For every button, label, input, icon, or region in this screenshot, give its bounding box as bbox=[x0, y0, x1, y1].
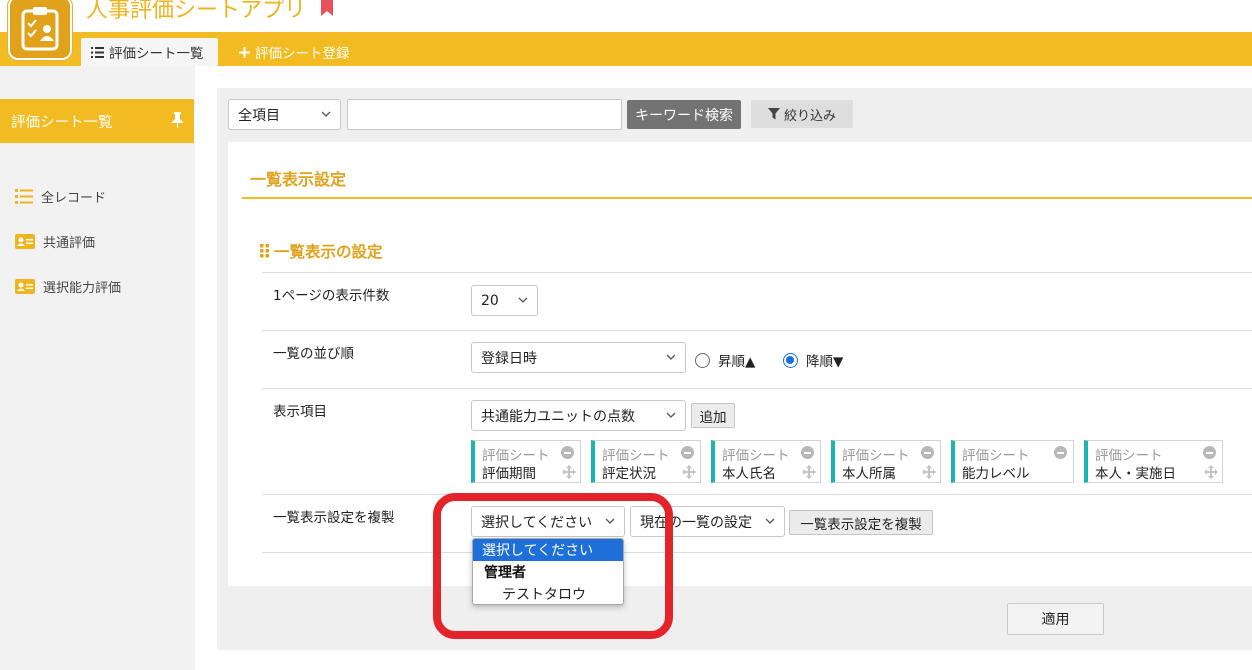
move-icon[interactable] bbox=[562, 465, 576, 479]
id-card-icon bbox=[15, 279, 35, 294]
id-card-icon bbox=[15, 234, 35, 249]
select-value: 登録日時 bbox=[481, 350, 537, 367]
panel-title: 一覧表示設定 bbox=[250, 170, 347, 189]
sidebar-header-label: 評価シート一覧 bbox=[11, 114, 113, 131]
sort-label: 一覧の並び順 bbox=[273, 346, 354, 362]
row-divider bbox=[262, 552, 1252, 553]
radio-button[interactable] bbox=[695, 352, 710, 368]
pin-icon[interactable] bbox=[171, 112, 184, 128]
plus-icon bbox=[239, 46, 250, 58]
column-select[interactable]: 共通能力ユニットの点数 bbox=[471, 400, 686, 431]
sort-asc-radio[interactable]: 昇順▲ bbox=[695, 350, 755, 370]
columns-label: 表示項目 bbox=[273, 404, 327, 420]
row-divider bbox=[262, 272, 1252, 273]
chip-category: 評価シート bbox=[482, 448, 550, 464]
chevron-down-icon bbox=[321, 111, 331, 117]
move-icon[interactable] bbox=[682, 465, 696, 479]
chip-category: 評価シート bbox=[602, 448, 670, 464]
keyword-input[interactable] bbox=[347, 99, 622, 130]
select-value: 共通能力ユニットの点数 bbox=[481, 408, 635, 425]
column-chip[interactable]: 評価シート 評定状況 bbox=[591, 440, 701, 483]
chevron-down-icon bbox=[518, 297, 528, 303]
tab-bar: 評価シート一覧 評価シート登録 bbox=[0, 32, 1252, 66]
remove-icon[interactable] bbox=[1054, 446, 1067, 459]
select-value: 全項目 bbox=[238, 107, 280, 124]
chip-name: 本人・実施日 bbox=[1095, 466, 1176, 482]
section-title: 一覧表示の設定 bbox=[260, 240, 383, 262]
select-value: 20 bbox=[481, 292, 499, 309]
chip-category: 評価シート bbox=[722, 448, 790, 464]
chip-name: 本人所属 bbox=[842, 466, 896, 482]
sidebar-item-all-records[interactable]: 全レコード bbox=[15, 187, 106, 206]
copy-settings-button[interactable]: 一覧表示設定を複製 bbox=[789, 510, 933, 535]
per-page-select[interactable]: 20 bbox=[471, 285, 538, 316]
move-icon[interactable] bbox=[802, 465, 816, 479]
apply-button[interactable]: 適用 bbox=[1007, 603, 1104, 635]
tab-sheet-list[interactable]: 評価シート一覧 bbox=[81, 38, 218, 66]
filter-button[interactable]: 絞り込み bbox=[751, 100, 853, 128]
sidebar-item-selected-ability[interactable]: 選択能力評価 bbox=[15, 277, 121, 296]
add-column-button[interactable]: 追加 bbox=[691, 403, 735, 428]
keyword-search-button[interactable]: キーワード検索 bbox=[627, 100, 741, 129]
list-icon bbox=[91, 46, 104, 58]
remove-icon[interactable] bbox=[561, 446, 574, 459]
chip-category: 評価シート bbox=[842, 448, 910, 464]
per-page-label: 1ページの表示件数 bbox=[273, 288, 390, 304]
chip-name: 能力レベル bbox=[962, 466, 1030, 482]
remove-icon[interactable] bbox=[801, 446, 814, 459]
sidebar-item-common-eval[interactable]: 共通評価 bbox=[15, 232, 95, 251]
chip-name: 本人氏名 bbox=[722, 466, 776, 482]
sidebar-item-label: 共通評価 bbox=[43, 236, 96, 251]
sidebar-item-label: 選択能力評価 bbox=[43, 281, 122, 296]
column-chip[interactable]: 評価シート 能力レベル bbox=[951, 440, 1074, 483]
tab-sheet-register[interactable]: 評価シート登録 bbox=[229, 38, 360, 66]
tab-label: 評価シート登録 bbox=[255, 46, 350, 62]
remove-icon[interactable] bbox=[681, 446, 694, 459]
move-icon[interactable] bbox=[922, 465, 936, 479]
chevron-down-icon bbox=[666, 354, 676, 360]
filter-label: 絞り込み bbox=[783, 108, 836, 124]
chip-category: 評価シート bbox=[962, 448, 1030, 464]
grip-icon bbox=[260, 244, 269, 258]
filter-icon bbox=[767, 108, 780, 120]
search-field-select[interactable]: 全項目 bbox=[228, 99, 341, 130]
section-title-label: 一覧表示の設定 bbox=[274, 243, 383, 261]
sort-desc-radio[interactable]: 降順▼ bbox=[783, 350, 843, 370]
row-divider bbox=[262, 494, 1252, 495]
bookmark-icon[interactable] bbox=[320, 0, 334, 16]
list-icon bbox=[15, 189, 33, 204]
clipboard-icon bbox=[21, 7, 59, 51]
row-divider bbox=[262, 388, 1252, 389]
sort-field-select[interactable]: 登録日時 bbox=[471, 342, 686, 373]
column-chip[interactable]: 評価シート 本人所属 bbox=[831, 440, 941, 483]
remove-icon[interactable] bbox=[921, 446, 934, 459]
sidebar-header[interactable]: 評価シート一覧 bbox=[0, 99, 194, 143]
row-divider bbox=[262, 330, 1252, 331]
divider bbox=[242, 197, 1252, 199]
remove-icon[interactable] bbox=[1203, 446, 1216, 459]
column-chip[interactable]: 評価シート 本人氏名 bbox=[711, 440, 821, 483]
move-icon[interactable] bbox=[1204, 465, 1218, 479]
copy-settings-label: 一覧表示設定を複製 bbox=[273, 510, 395, 526]
column-chip[interactable]: 評価シート 評価期間 bbox=[471, 440, 581, 483]
radio-button[interactable] bbox=[783, 352, 798, 368]
chevron-down-icon bbox=[765, 518, 775, 524]
radio-label: 降順▼ bbox=[806, 354, 844, 370]
app-logo bbox=[8, 0, 72, 60]
chip-category: 評価シート bbox=[1095, 448, 1163, 464]
chevron-down-icon bbox=[666, 412, 676, 418]
chip-name: 評定状況 bbox=[602, 466, 656, 482]
app-title: 人事評価シートアプリ bbox=[86, 0, 307, 23]
radio-label: 昇順▲ bbox=[718, 354, 756, 370]
sidebar-item-label: 全レコード bbox=[41, 191, 107, 206]
highlight-annotation bbox=[433, 493, 673, 639]
sidebar: 評価シート一覧 全レコード 共通評価 選択能力評価 bbox=[0, 66, 195, 670]
column-chip[interactable]: 評価シート 本人・実施日 bbox=[1084, 440, 1223, 483]
chip-name: 評価期間 bbox=[482, 466, 536, 482]
tab-label: 評価シート一覧 bbox=[109, 46, 204, 62]
